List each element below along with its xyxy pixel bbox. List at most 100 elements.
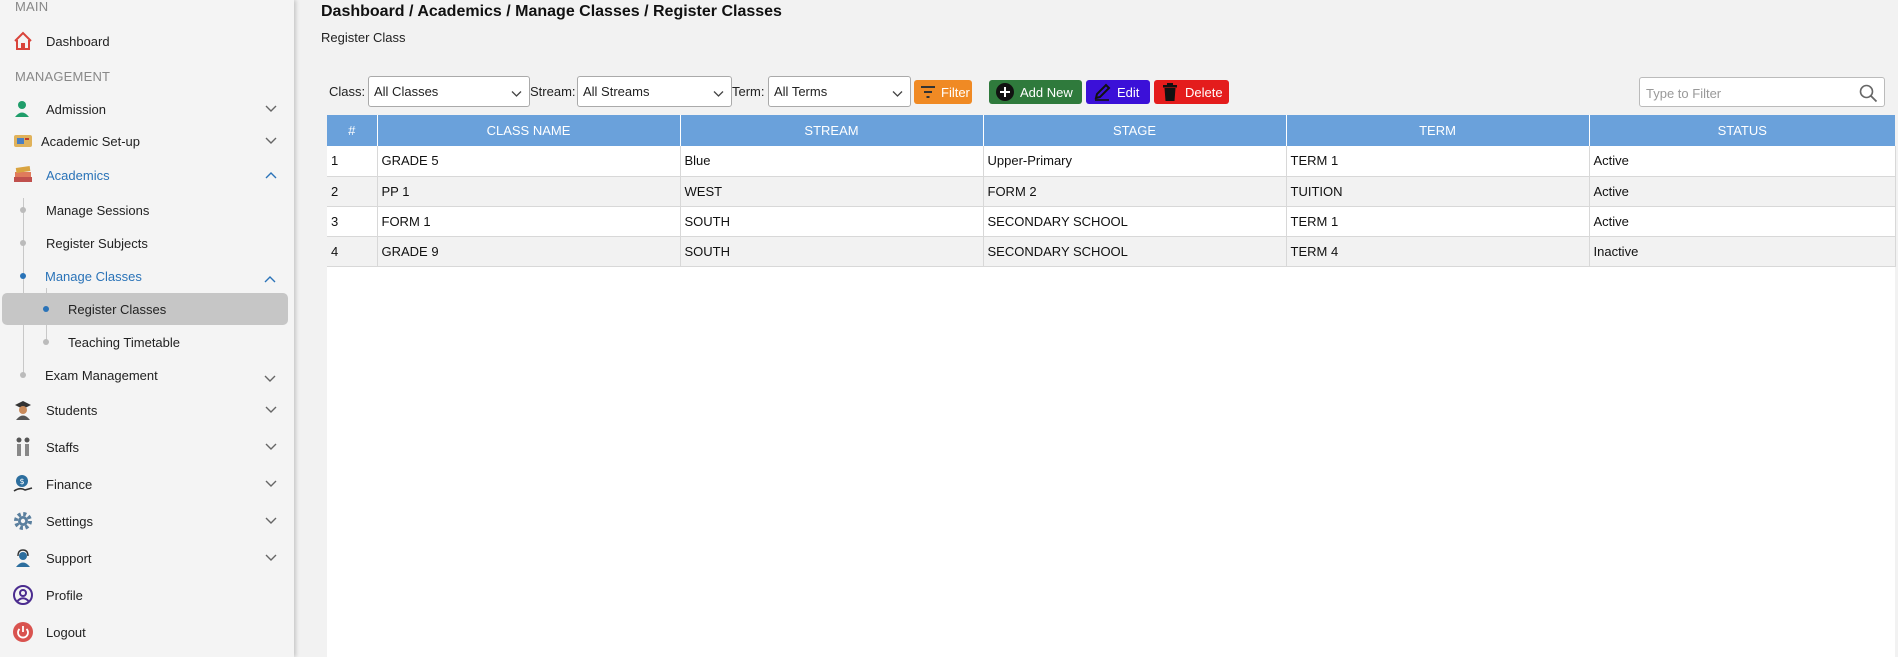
sidebar-item-label: Profile [46,587,83,603]
profile-icon [12,584,34,606]
tree-dot [20,207,26,213]
table-cell: TUITION [1286,176,1590,207]
table-cell: TERM 1 [1286,206,1590,237]
search-input[interactable] [1646,84,1846,102]
sidebar-item-label: Finance [46,476,93,492]
books-icon [12,164,34,186]
sidebar-item-dashboard[interactable]: Dashboard [0,26,294,56]
sidebar-item-register-subjects[interactable]: Register Subjects [46,229,148,257]
sidebar-item-support[interactable]: Support [0,543,294,573]
term-filter-label: Term: [732,84,765,99]
sidebar-item-finance[interactable]: $ Finance [0,469,294,499]
sidebar-item-academic-setup[interactable]: Academic Set-up [0,126,294,156]
sidebar-item-label: Dashboard [46,33,110,49]
table-row[interactable]: 3 FORM 1 SOUTH SECONDARY SCHOOL TERM 1 A… [327,206,1896,237]
sidebar-item-label: Register Subjects [46,235,148,251]
tree-dot [20,372,26,378]
tree-dot [20,240,26,246]
sidebar-item-label: Academic Set-up [41,133,140,149]
sidebar-item-label: Register Classes [68,301,167,317]
table-cell: FORM 1 [377,206,681,237]
column-header-number[interactable]: # [327,115,378,146]
sidebar-item-academics[interactable]: Academics [0,160,294,190]
table-cell: SOUTH [680,236,984,267]
sidebar-item-manage-classes[interactable]: Manage Classes [45,262,285,290]
column-header-class-name[interactable]: CLASS NAME [377,115,681,146]
staff-icon [12,436,34,458]
graduate-icon [12,399,34,421]
column-header-stage[interactable]: STAGE [983,115,1287,146]
person-add-icon [12,98,34,120]
filter-button-label: Filter [941,84,970,100]
term-select-value: All Terms [774,84,828,99]
add-new-button[interactable]: Add New [989,80,1082,104]
stream-select-value: All Streams [583,84,650,99]
chevron-down-icon [264,403,278,417]
table-row[interactable]: 4 GRADE 9 SOUTH SECONDARY SCHOOL TERM 4 … [327,236,1896,267]
chevron-down-icon [892,86,903,101]
filter-icon [920,82,936,102]
table-row[interactable]: 2 PP 1 WEST FORM 2 TUITION Active [327,176,1896,207]
filter-button[interactable]: Filter [914,80,972,104]
classes-table: # CLASS NAME STREAM STAGE TERM STATUS 1 … [327,115,1896,267]
chevron-up-icon [264,271,276,286]
table-cell: Blue [680,146,984,177]
search-icon[interactable] [1858,83,1878,106]
table-cell: 3 [327,206,378,237]
stream-select[interactable]: All Streams [577,76,732,107]
table-cell: TERM 1 [1286,146,1590,177]
class-filter-label: Class: [329,84,366,99]
table-cell: Active [1589,206,1896,237]
table-cell: SECONDARY SCHOOL [983,206,1287,237]
sidebar-item-label: Logout [46,624,86,640]
trash-icon [1160,82,1180,102]
sidebar-item-students[interactable]: Students [0,395,294,425]
column-header-stream[interactable]: STREAM [680,115,984,146]
sidebar-item-label: Staffs [46,439,80,455]
table-cell: Inactive [1589,236,1896,267]
chevron-down-icon [264,134,278,148]
column-header-term[interactable]: TERM [1286,115,1590,146]
table-cell: FORM 2 [983,176,1287,207]
search-box[interactable] [1639,77,1885,107]
tree-line [23,198,24,374]
sidebar-item-settings[interactable]: Settings [0,506,294,536]
edit-button[interactable]: Edit [1086,80,1150,104]
tree-dot [43,339,49,345]
table-cell: Active [1589,176,1896,207]
sidebar-item-staffs[interactable]: Staffs [0,432,294,462]
table-cell: 4 [327,236,378,267]
table-cell: 2 [327,176,378,207]
table-cell: GRADE 5 [377,146,681,177]
sidebar-item-teaching-timetable[interactable]: Teaching Timetable [68,328,180,356]
column-header-status[interactable]: STATUS [1589,115,1895,146]
sidebar-item-label: Teaching Timetable [68,334,181,350]
table-cell: SECONDARY SCHOOL [983,236,1287,267]
section-title-main: MAIN [15,0,49,14]
add-new-button-label: Add New [1020,84,1073,100]
home-icon [12,30,34,52]
sidebar-item-label: Manage Classes [45,268,142,284]
sidebar-item-admission[interactable]: Admission [0,94,294,124]
sidebar-item-exam-management[interactable]: Exam Management [45,361,285,389]
sidebar-item-label: Students [46,402,98,418]
chevron-down-icon [713,86,724,101]
table-cell: TERM 4 [1286,236,1590,267]
sidebar-item-profile[interactable]: Profile [0,580,294,610]
sidebar-item-register-classes[interactable]: Register Classes [68,295,166,323]
table-cell: Active [1589,146,1896,177]
table-row[interactable]: 1 GRADE 5 Blue Upper-Primary TERM 1 Acti… [327,146,1896,177]
chevron-down-icon [264,477,278,491]
table-cell: Upper-Primary [983,146,1287,177]
delete-button[interactable]: Delete [1154,80,1229,104]
gear-icon [12,510,34,532]
page-subtitle: Register Class [321,30,406,45]
term-select[interactable]: All Terms [768,76,911,107]
classes-table-container: # CLASS NAME STREAM STAGE TERM STATUS 1 … [327,115,1896,657]
table-header-row: # CLASS NAME STREAM STAGE TERM STATUS [327,115,1895,146]
class-select[interactable]: All Classes [368,76,530,107]
chevron-down-icon [264,102,278,116]
breadcrumb: Dashboard / Academics / Manage Classes /… [321,3,782,20]
sidebar-item-logout[interactable]: Logout [0,617,294,647]
sidebar-item-manage-sessions[interactable]: Manage Sessions [46,196,149,224]
